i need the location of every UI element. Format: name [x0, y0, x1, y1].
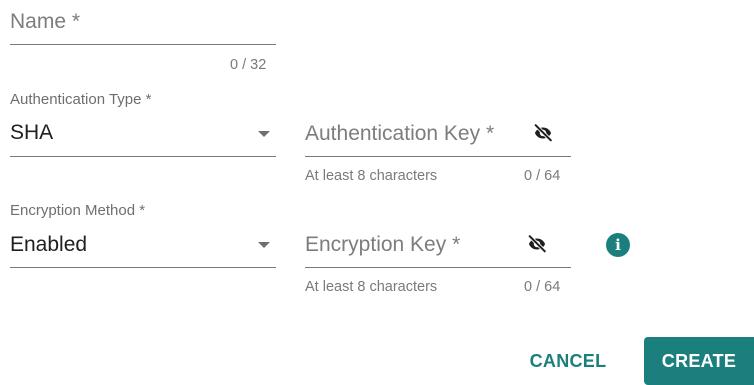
encryption-key-hint: At least 8 characters: [305, 279, 438, 295]
name-underline: [10, 44, 276, 45]
encryption-method-underline: [10, 267, 276, 268]
authentication-key-counter: 0 / 64: [524, 168, 561, 184]
authentication-type-label: Authentication Type *: [10, 91, 152, 108]
encryption-method-value: Enabled: [10, 233, 88, 256]
authentication-type-underline: [10, 156, 276, 157]
authentication-key-underline: [305, 156, 571, 157]
name-counter: 0 / 32: [230, 57, 267, 73]
visibility-off-icon[interactable]: [530, 122, 556, 144]
authentication-type-value: SHA: [10, 121, 54, 144]
chevron-down-icon[interactable]: [258, 131, 270, 137]
encryption-key-underline: [305, 267, 571, 268]
visibility-off-icon[interactable]: [524, 233, 550, 255]
encryption-key-placeholder: Encryption Key *: [305, 233, 461, 256]
create-button[interactable]: CREATE: [644, 337, 754, 385]
cancel-button[interactable]: CANCEL: [512, 340, 624, 382]
encryption-key-counter: 0 / 64: [524, 279, 561, 295]
authentication-key-placeholder: Authentication Key *: [305, 122, 495, 145]
authentication-key-hint: At least 8 characters: [305, 168, 438, 184]
chevron-down-icon[interactable]: [258, 242, 270, 248]
encryption-method-label: Encryption Method *: [10, 202, 146, 219]
info-icon[interactable]: i: [606, 233, 630, 257]
name-placeholder: Name *: [10, 10, 81, 33]
